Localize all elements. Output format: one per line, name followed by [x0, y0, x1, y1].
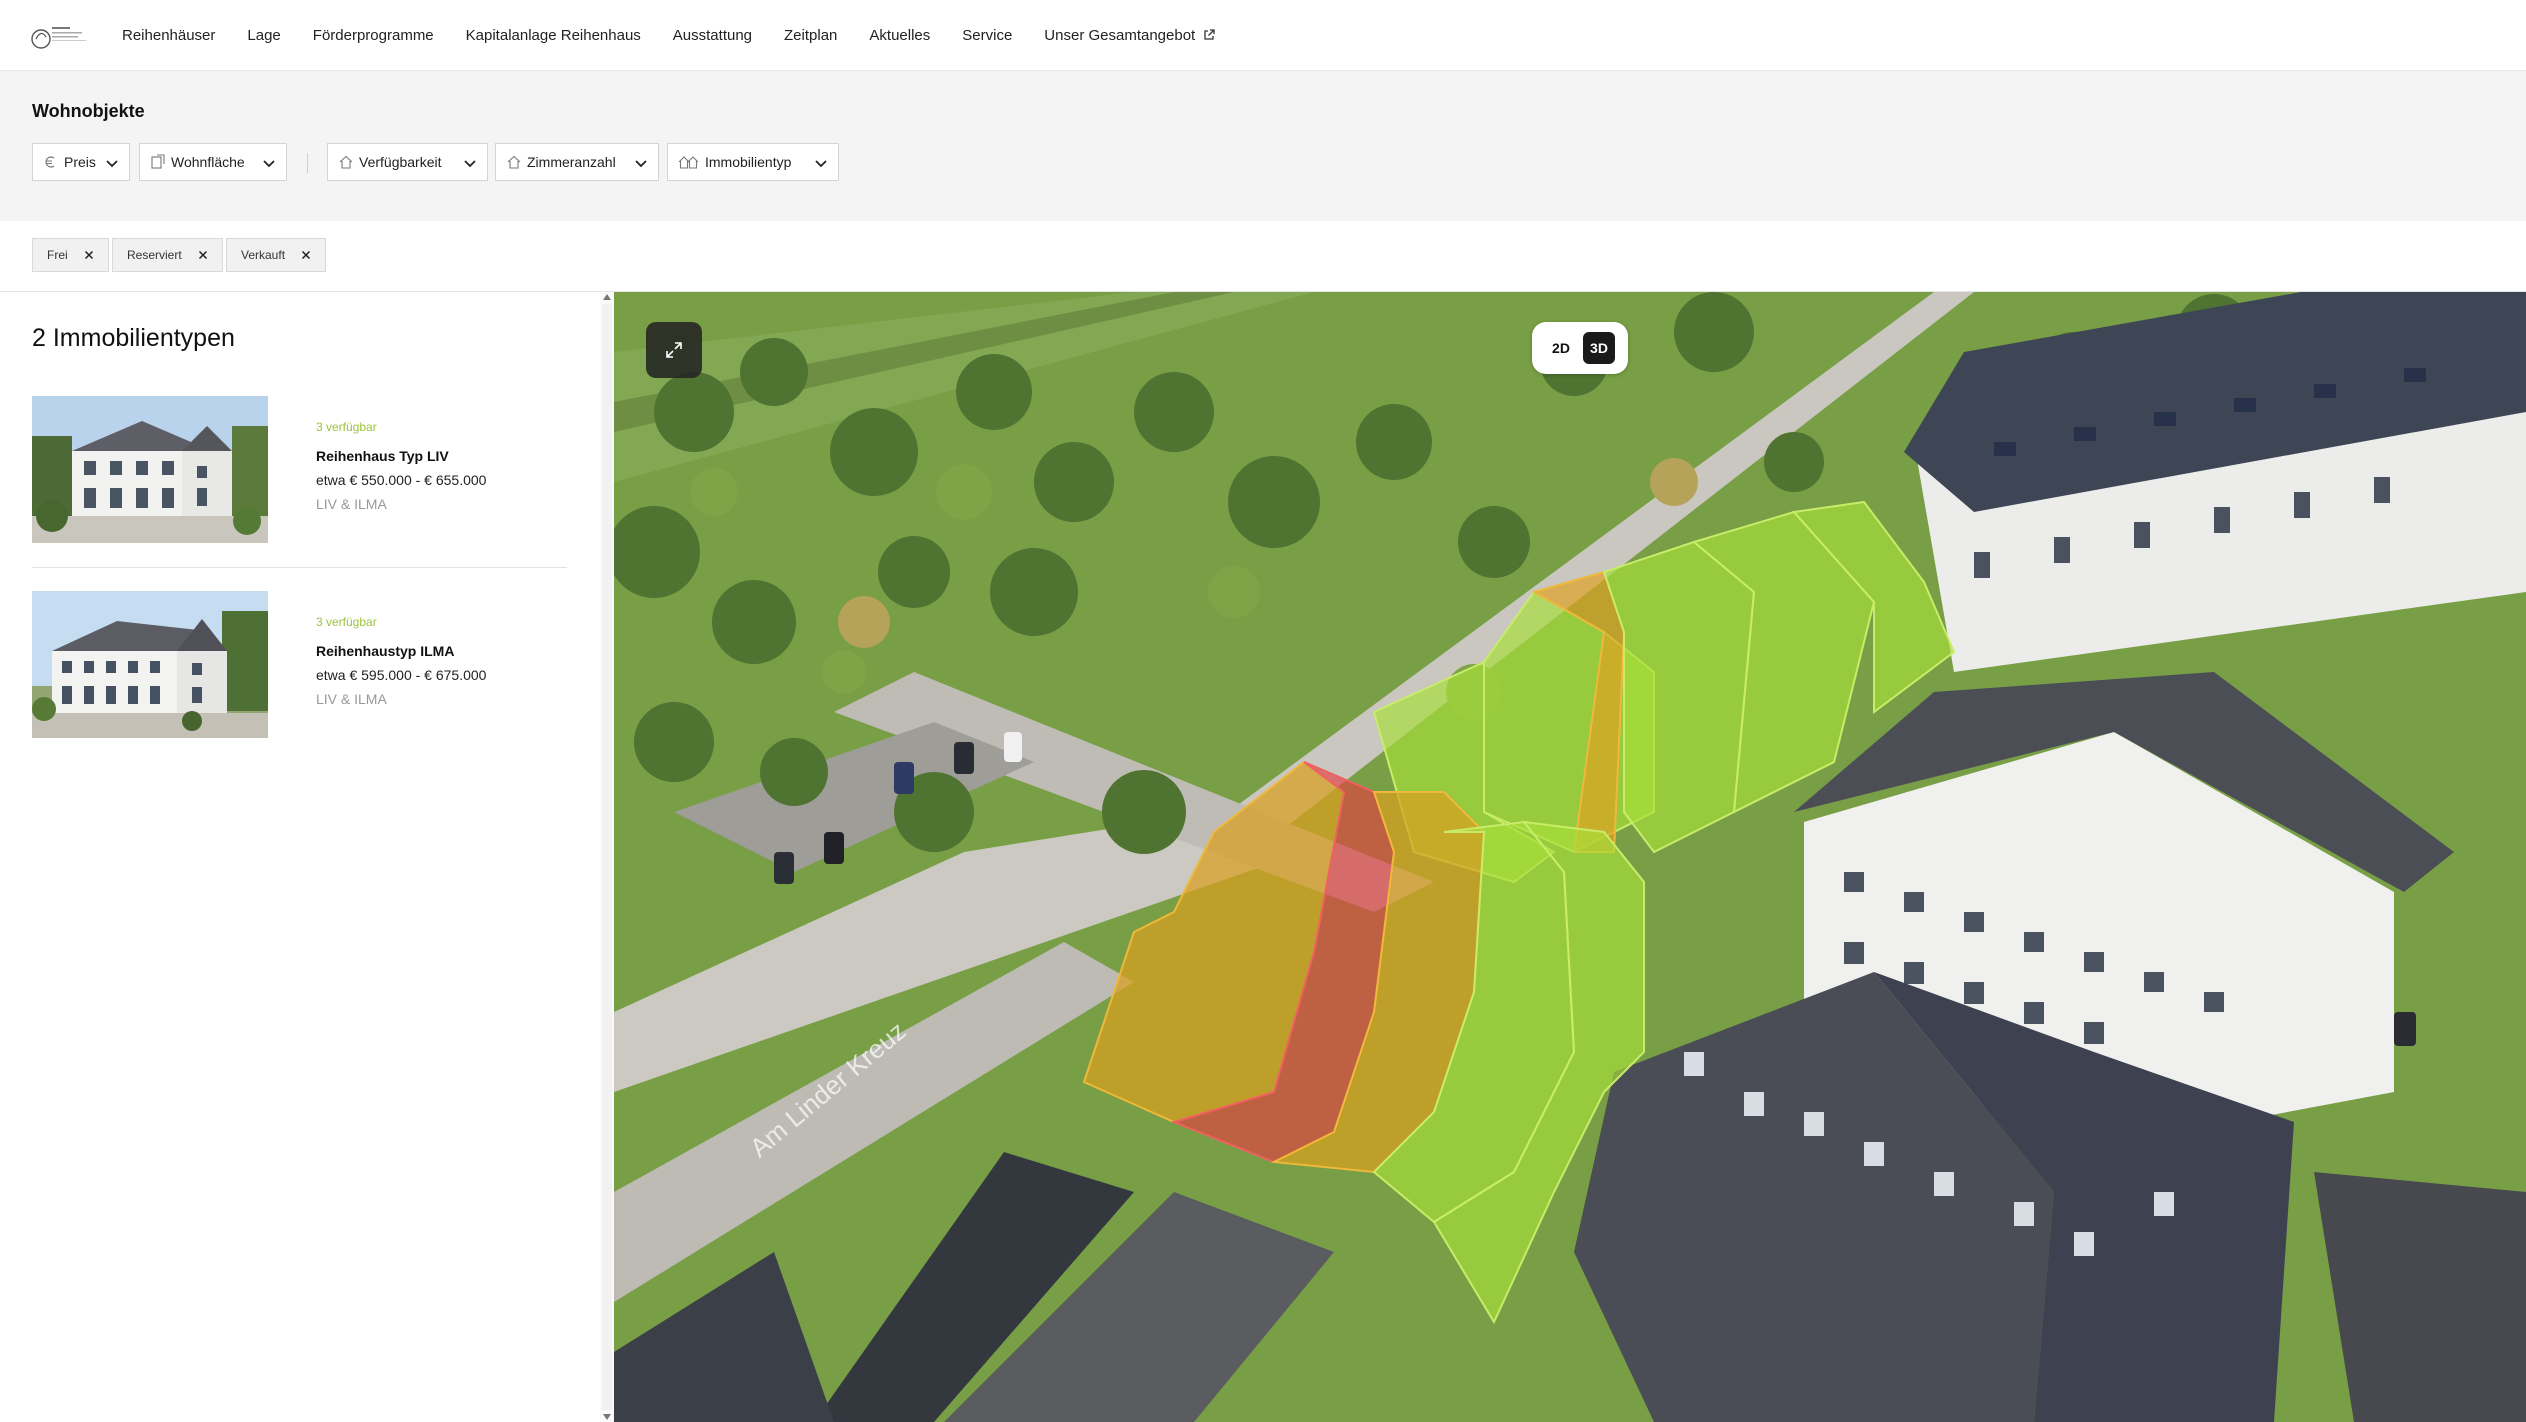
aerial-rendering — [614, 292, 2526, 1422]
property-project: LIV & ILMA — [316, 691, 387, 707]
close-icon[interactable] — [84, 250, 94, 260]
house-icon — [339, 155, 353, 169]
nav-item-kapitalanlage[interactable]: Kapitalanlage Reihenhaus — [466, 27, 641, 44]
scroll-down-icon[interactable] — [603, 1414, 611, 1420]
price-filter-dropdown[interactable]: Preis — [32, 143, 130, 181]
filter-panel: Wohnobjekte Preis Wohnfläche Verfügbarke… — [0, 71, 2526, 221]
chevron-down-icon — [635, 160, 647, 168]
results-title: 2 Immobilientypen — [32, 324, 235, 352]
nav-item-ausstattung[interactable]: Ausstattung — [673, 27, 752, 44]
unit-free[interactable] — [1602, 540, 1756, 854]
type-filter-label: Immobilientyp — [705, 154, 792, 170]
view-toggle: 2D 3D — [1532, 322, 1628, 374]
houses-icon — [678, 156, 699, 169]
close-icon[interactable] — [301, 250, 311, 260]
external-link-icon — [1204, 29, 1215, 40]
site-map-3d[interactable]: Am Linder Kreuz 2D 3D — [614, 292, 2526, 1422]
floorplan-icon — [151, 154, 165, 169]
chevron-down-icon — [263, 160, 275, 168]
property-thumbnail — [32, 396, 268, 543]
view-3d-button[interactable]: 3D — [1583, 332, 1615, 364]
chevron-down-icon — [815, 160, 827, 168]
rooms-filter-label: Zimmeranzahl — [527, 154, 616, 170]
list-scrollbar[interactable] — [600, 292, 614, 1422]
property-price: etwa € 550.000 - € 655.000 — [316, 472, 487, 488]
scrollbar-thumb[interactable] — [602, 304, 612, 1410]
type-filter-dropdown[interactable]: Immobilientyp — [667, 143, 839, 181]
house-icon — [507, 155, 521, 169]
results-list: 2 Immobilientypen 3 verfügbar Reihenhaus… — [0, 292, 614, 1422]
nav-item-gesamtangebot-label: Unser Gesamtangebot — [1044, 27, 1196, 44]
nav-item-reihenhaeuser[interactable]: Reihenhäuser — [122, 27, 215, 44]
chip-label: Reserviert — [127, 248, 182, 262]
property-price: etwa € 595.000 - € 675.000 — [316, 667, 487, 683]
filter-title: Wohnobjekte — [32, 101, 145, 121]
expand-icon — [666, 342, 682, 358]
divider — [32, 567, 567, 568]
availability-filter-label: Verfügbarkeit — [359, 154, 442, 170]
nav-item-zeitplan[interactable]: Zeitplan — [784, 27, 837, 44]
nav-item-lage[interactable]: Lage — [247, 27, 280, 44]
brand-logo[interactable] — [30, 18, 92, 54]
property-project: LIV & ILMA — [316, 496, 387, 512]
property-card[interactable]: 3 verfügbar Reihenhaus Typ LIV etwa € 55… — [32, 396, 567, 576]
availability-filter-dropdown[interactable]: Verfügbarkeit — [327, 143, 488, 181]
main-nav: Reihenhäuser Lage Förderprogramme Kapita… — [122, 0, 1247, 71]
chip-reserviert[interactable]: Reserviert — [112, 238, 223, 272]
chip-frei[interactable]: Frei — [32, 238, 109, 272]
fullscreen-button[interactable] — [646, 322, 702, 378]
chip-label: Frei — [47, 248, 68, 262]
property-card[interactable]: 3 verfügbar Reihenhaustyp ILMA etwa € 59… — [32, 591, 567, 771]
area-filter-label: Wohnfläche — [171, 154, 245, 170]
property-thumbnail — [32, 591, 268, 738]
close-icon[interactable] — [198, 250, 208, 260]
property-name: Reihenhaustyp ILMA — [316, 643, 455, 659]
nav-item-foerderprogramme[interactable]: Förderprogramme — [313, 27, 434, 44]
price-filter-label: Preis — [64, 154, 96, 170]
availability-label: 3 verfügbar — [316, 615, 377, 629]
property-name: Reihenhaus Typ LIV — [316, 448, 449, 464]
chip-verkauft[interactable]: Verkauft — [226, 238, 327, 272]
nav-item-service[interactable]: Service — [962, 27, 1012, 44]
filter-divider — [307, 153, 308, 173]
chevron-down-icon — [464, 160, 476, 168]
chevron-down-icon — [106, 160, 118, 168]
availability-label: 3 verfügbar — [316, 420, 377, 434]
scroll-up-icon[interactable] — [603, 294, 611, 300]
area-filter-dropdown[interactable]: Wohnfläche — [139, 143, 287, 181]
chip-label: Verkauft — [241, 248, 286, 262]
view-2d-button[interactable]: 2D — [1545, 332, 1577, 364]
nav-item-aktuelles[interactable]: Aktuelles — [869, 27, 930, 44]
euro-icon — [45, 156, 55, 168]
top-navigation: Reihenhäuser Lage Förderprogramme Kapita… — [0, 0, 2526, 71]
rooms-filter-dropdown[interactable]: Zimmeranzahl — [495, 143, 659, 181]
nav-item-gesamtangebot[interactable]: Unser Gesamtangebot — [1044, 27, 1215, 44]
